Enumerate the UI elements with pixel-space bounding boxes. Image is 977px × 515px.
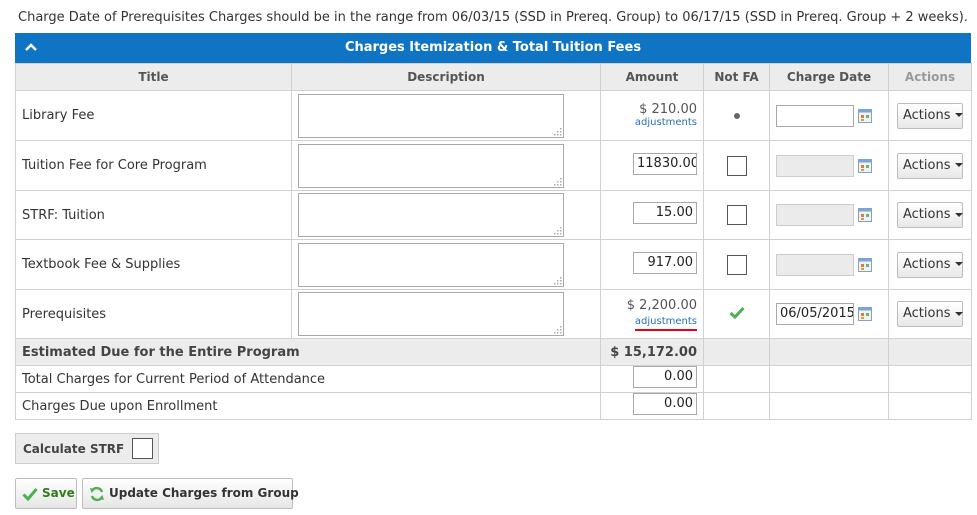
description-textarea[interactable] bbox=[298, 242, 564, 287]
actions-dropdown[interactable]: Actions bbox=[897, 202, 963, 228]
not-fa-checkbox[interactable] bbox=[726, 205, 747, 225]
update-charges-label: Update Charges from Group bbox=[109, 486, 299, 500]
calculate-strf-label: Calculate STRF bbox=[23, 442, 125, 456]
date-range-notice: Charge Date of Prerequisites Charges sho… bbox=[18, 10, 968, 25]
caret-down-icon bbox=[954, 311, 963, 316]
estimated-total-value: $ 15,172.00 bbox=[600, 338, 704, 366]
enrollment-label: Charges Due upon Enrollment bbox=[15, 392, 601, 420]
table-row: Tuition Fee for Core Program 11830.00 Ac… bbox=[15, 140, 972, 191]
save-label: Save bbox=[42, 486, 75, 500]
calendar-icon[interactable] bbox=[858, 208, 872, 222]
charge-date-input[interactable]: 06/05/2015 bbox=[776, 303, 854, 325]
calculate-strf-group: Calculate STRF bbox=[15, 433, 159, 464]
row-title: STRF: Tuition bbox=[15, 190, 292, 240]
checkmark-icon bbox=[22, 488, 38, 501]
table-row: Library Fee $ 210.00 adjustments Actions bbox=[15, 90, 972, 141]
calendar-icon[interactable] bbox=[858, 158, 872, 173]
actions-dropdown[interactable]: Actions bbox=[897, 251, 963, 278]
charge-date-input bbox=[776, 204, 854, 226]
resize-grip-icon[interactable] bbox=[553, 276, 562, 285]
save-button[interactable]: Save bbox=[15, 478, 77, 509]
enrollment-row: Charges Due upon Enrollment 0.00 bbox=[15, 392, 972, 420]
checkmark-icon bbox=[729, 306, 745, 319]
actions-dropdown[interactable]: Actions bbox=[897, 301, 963, 327]
caret-down-icon bbox=[954, 212, 963, 217]
estimated-total-label: Estimated Due for the Entire Program bbox=[15, 338, 601, 366]
charge-date-input bbox=[776, 253, 854, 276]
col-description: Description bbox=[291, 63, 601, 91]
caret-down-icon bbox=[954, 113, 963, 117]
row-title: Library Fee bbox=[15, 90, 292, 141]
row-title: Tuition Fee for Core Program bbox=[15, 140, 292, 191]
amount-input[interactable]: 11830.00 bbox=[633, 152, 697, 175]
col-amount: Amount bbox=[600, 63, 704, 91]
amount-value: $ 210.00 bbox=[639, 102, 697, 117]
resize-grip-icon[interactable] bbox=[553, 127, 562, 136]
row-title: Textbook Fee & Supplies bbox=[15, 239, 292, 290]
calculate-strf-checkbox[interactable] bbox=[132, 438, 153, 459]
col-actions: Actions bbox=[888, 63, 972, 91]
resize-grip-icon[interactable] bbox=[553, 177, 562, 186]
caret-down-icon bbox=[954, 163, 963, 167]
description-textarea[interactable] bbox=[298, 292, 564, 336]
update-charges-button[interactable]: Update Charges from Group bbox=[82, 478, 299, 509]
table-row: Textbook Fee & Supplies 917.00 Actions bbox=[15, 239, 972, 290]
resize-grip-icon[interactable] bbox=[553, 226, 562, 235]
panel-title: Charges Itemization & Total Tuition Fees bbox=[344, 40, 642, 55]
table-header-row: Title Description Amount Not FA Charge D… bbox=[15, 63, 972, 91]
description-textarea[interactable] bbox=[298, 143, 564, 188]
charge-date-input[interactable] bbox=[776, 104, 854, 127]
col-title: Title bbox=[15, 63, 292, 91]
current-period-label: Total Charges for Current Period of Atte… bbox=[15, 365, 601, 393]
adjustments-link[interactable]: adjustments bbox=[634, 316, 697, 331]
description-textarea[interactable] bbox=[298, 193, 564, 237]
actions-label: Actions bbox=[903, 107, 951, 123]
not-fa-checkbox[interactable] bbox=[726, 155, 747, 176]
refresh-icon bbox=[90, 486, 104, 502]
table-row: Prerequisites $ 2,200.00 adjustments 06/… bbox=[15, 289, 972, 339]
current-period-row: Total Charges for Current Period of Atte… bbox=[15, 365, 972, 393]
row-title: Prerequisites bbox=[15, 289, 292, 339]
actions-dropdown[interactable]: Actions bbox=[897, 152, 963, 179]
col-not-fa: Not FA bbox=[703, 63, 770, 91]
charge-date-input bbox=[776, 154, 854, 177]
resize-grip-icon[interactable] bbox=[553, 325, 562, 334]
amount-input[interactable]: 15.00 bbox=[633, 202, 697, 224]
estimated-total-row: Estimated Due for the Entire Program $ 1… bbox=[15, 338, 972, 366]
not-fa-checkbox[interactable] bbox=[726, 254, 747, 275]
col-charge-date: Charge Date bbox=[769, 63, 889, 91]
actions-label: Actions bbox=[903, 157, 951, 173]
charges-table: Title Description Amount Not FA Charge D… bbox=[15, 63, 972, 420]
calendar-icon[interactable] bbox=[858, 257, 872, 272]
calendar-icon[interactable] bbox=[858, 307, 872, 321]
enrollment-input[interactable]: 0.00 bbox=[633, 393, 697, 415]
table-row: STRF: Tuition 15.00 Actions bbox=[15, 190, 972, 240]
actions-label: Actions bbox=[903, 306, 951, 321]
actions-label: Actions bbox=[903, 207, 951, 222]
description-textarea[interactable] bbox=[298, 93, 564, 138]
current-period-input[interactable]: 0.00 bbox=[633, 366, 697, 388]
calendar-icon[interactable] bbox=[858, 108, 872, 123]
amount-input[interactable]: 917.00 bbox=[633, 251, 697, 274]
actions-label: Actions bbox=[903, 256, 951, 272]
caret-down-icon bbox=[954, 262, 963, 266]
adjustments-link[interactable]: adjustments bbox=[601, 117, 697, 129]
not-fa-dot-icon bbox=[733, 113, 740, 119]
panel-header[interactable]: Charges Itemization & Total Tuition Fees bbox=[15, 33, 971, 63]
amount-value: $ 2,200.00 bbox=[626, 297, 697, 313]
actions-dropdown[interactable]: Actions bbox=[897, 102, 963, 129]
